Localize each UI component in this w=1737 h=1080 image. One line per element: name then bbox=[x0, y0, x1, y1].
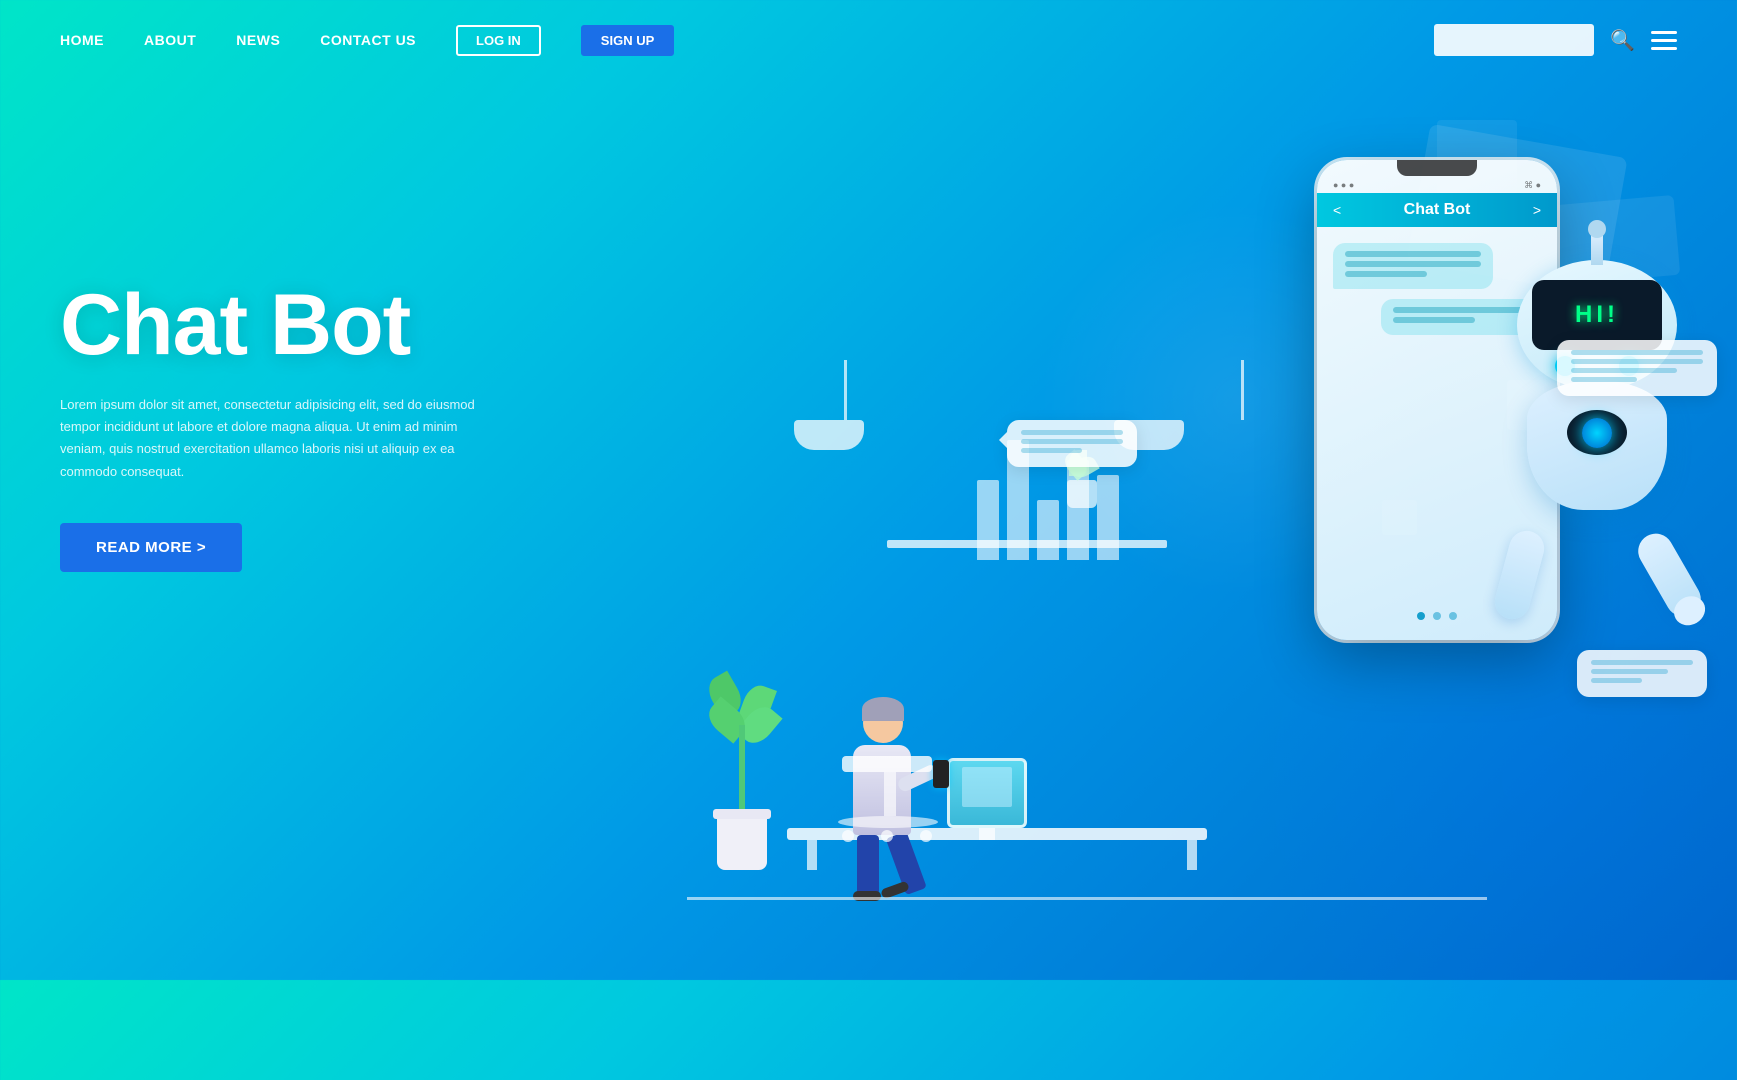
hero-content: Chat Bot Lorem ipsum dolor sit amet, con… bbox=[60, 280, 560, 572]
bubble-left-line-2 bbox=[1021, 439, 1123, 444]
chair-wheels bbox=[842, 830, 932, 842]
robot-hi-text: HI! bbox=[1575, 301, 1619, 329]
nav-right: 🔍 bbox=[1434, 24, 1677, 56]
phone-status-bar: ● ● ● ⌘ ● bbox=[1317, 176, 1557, 193]
shelf-board bbox=[887, 540, 1167, 548]
hero-illustration: ● ● ● ⌘ ● < Chat Bot > bbox=[637, 60, 1737, 980]
robot-hand-right bbox=[1669, 591, 1711, 631]
lamp-left bbox=[827, 360, 864, 450]
phone-notch bbox=[1397, 160, 1477, 176]
nav-contact[interactable]: CONTACT US bbox=[320, 32, 416, 48]
plant-stem bbox=[739, 725, 745, 815]
signup-button[interactable]: SIGN UP bbox=[581, 25, 674, 56]
wheel-l bbox=[842, 830, 854, 842]
desk-leg-left bbox=[807, 840, 817, 870]
robot-arm-right bbox=[1632, 527, 1707, 622]
nav-about[interactable]: ABOUT bbox=[144, 32, 196, 48]
chair bbox=[842, 756, 938, 842]
phone-title: Chat Bot bbox=[1404, 201, 1471, 219]
bubble-right2-line-3 bbox=[1591, 678, 1642, 683]
wheel-m bbox=[881, 830, 893, 842]
hamburger-line-2 bbox=[1651, 39, 1677, 42]
chat-bubble-right-1 bbox=[1557, 340, 1717, 396]
monitor-stand bbox=[979, 828, 995, 840]
phone-dot-1 bbox=[1417, 612, 1425, 620]
wheel-r bbox=[920, 830, 932, 842]
bubble-right2-line-1 bbox=[1591, 660, 1693, 665]
chat-line-1c bbox=[1345, 271, 1427, 277]
chat-line-2a bbox=[1393, 307, 1529, 313]
read-more-button[interactable]: READ MORE > bbox=[60, 523, 242, 572]
person-hair bbox=[862, 697, 904, 721]
chat-line-2b bbox=[1393, 317, 1475, 323]
phone-back-chevron[interactable]: < bbox=[1333, 202, 1341, 218]
bubble-right1-line-3 bbox=[1571, 368, 1677, 373]
floor-line bbox=[687, 897, 1487, 900]
robot-antenna bbox=[1591, 230, 1603, 265]
chair-seat bbox=[842, 756, 932, 772]
chat-bubble-left bbox=[1007, 420, 1137, 467]
hamburger-line-3 bbox=[1651, 47, 1677, 50]
hero-title: Chat Bot bbox=[60, 280, 560, 370]
desk-leg-right bbox=[1187, 840, 1197, 870]
phone-forward-chevron[interactable]: > bbox=[1533, 202, 1541, 218]
nav-links: HOME ABOUT NEWS CONTACT US LOG IN SIGN U… bbox=[60, 25, 674, 56]
bar-1 bbox=[977, 480, 999, 560]
shelf-plant bbox=[1067, 480, 1097, 508]
search-input[interactable] bbox=[1434, 24, 1594, 56]
chat-line-1a bbox=[1345, 251, 1481, 257]
hamburger-menu-button[interactable] bbox=[1651, 31, 1677, 50]
login-button[interactable]: LOG IN bbox=[456, 25, 541, 56]
bubble-right1-line-2 bbox=[1571, 359, 1703, 364]
monitor bbox=[947, 758, 1027, 828]
bubble-left-line-1 bbox=[1021, 430, 1123, 435]
office-scene bbox=[687, 300, 1387, 900]
bubble-right1-line-1 bbox=[1571, 350, 1703, 355]
navbar: HOME ABOUT NEWS CONTACT US LOG IN SIGN U… bbox=[0, 0, 1737, 80]
lamp-cord-right bbox=[1241, 360, 1244, 420]
robot-body bbox=[1527, 380, 1667, 510]
hero-description: Lorem ipsum dolor sit amet, consectetur … bbox=[60, 394, 480, 482]
phone-dots-indicator: ● ● ● bbox=[1333, 180, 1354, 191]
robot-belly bbox=[1567, 410, 1627, 455]
phone-wifi-icon: ⌘ ● bbox=[1524, 180, 1541, 191]
leg-left bbox=[857, 835, 879, 895]
phone-chat-bubble-1 bbox=[1333, 243, 1493, 289]
chair-pole bbox=[884, 772, 896, 816]
lamp-cord-left bbox=[844, 360, 847, 420]
chat-line-1b bbox=[1345, 261, 1481, 267]
hamburger-line-1 bbox=[1651, 31, 1677, 34]
nav-news[interactable]: NEWS bbox=[236, 32, 280, 48]
bubble-right1-line-4 bbox=[1571, 377, 1637, 382]
phone-dot-2 bbox=[1433, 612, 1441, 620]
monitor-screen bbox=[962, 767, 1012, 807]
robot-belly-glow bbox=[1582, 418, 1612, 448]
plant-pot bbox=[717, 815, 767, 870]
bubble-right2-line-2 bbox=[1591, 669, 1668, 674]
bubble-left-line-3 bbox=[1021, 448, 1082, 453]
shelf-pot bbox=[1067, 480, 1097, 508]
floor-plant bbox=[717, 815, 767, 870]
lamp-shade-left bbox=[794, 420, 864, 450]
search-icon[interactable]: 🔍 bbox=[1610, 28, 1635, 53]
nav-home[interactable]: HOME bbox=[60, 32, 104, 48]
phone-header: < Chat Bot > bbox=[1317, 193, 1557, 227]
bar-3 bbox=[1037, 500, 1059, 560]
chair-base bbox=[838, 816, 938, 828]
phone-dot-3 bbox=[1449, 612, 1457, 620]
lamp-right bbox=[1147, 360, 1337, 450]
chat-bubble-right-2 bbox=[1577, 650, 1707, 697]
